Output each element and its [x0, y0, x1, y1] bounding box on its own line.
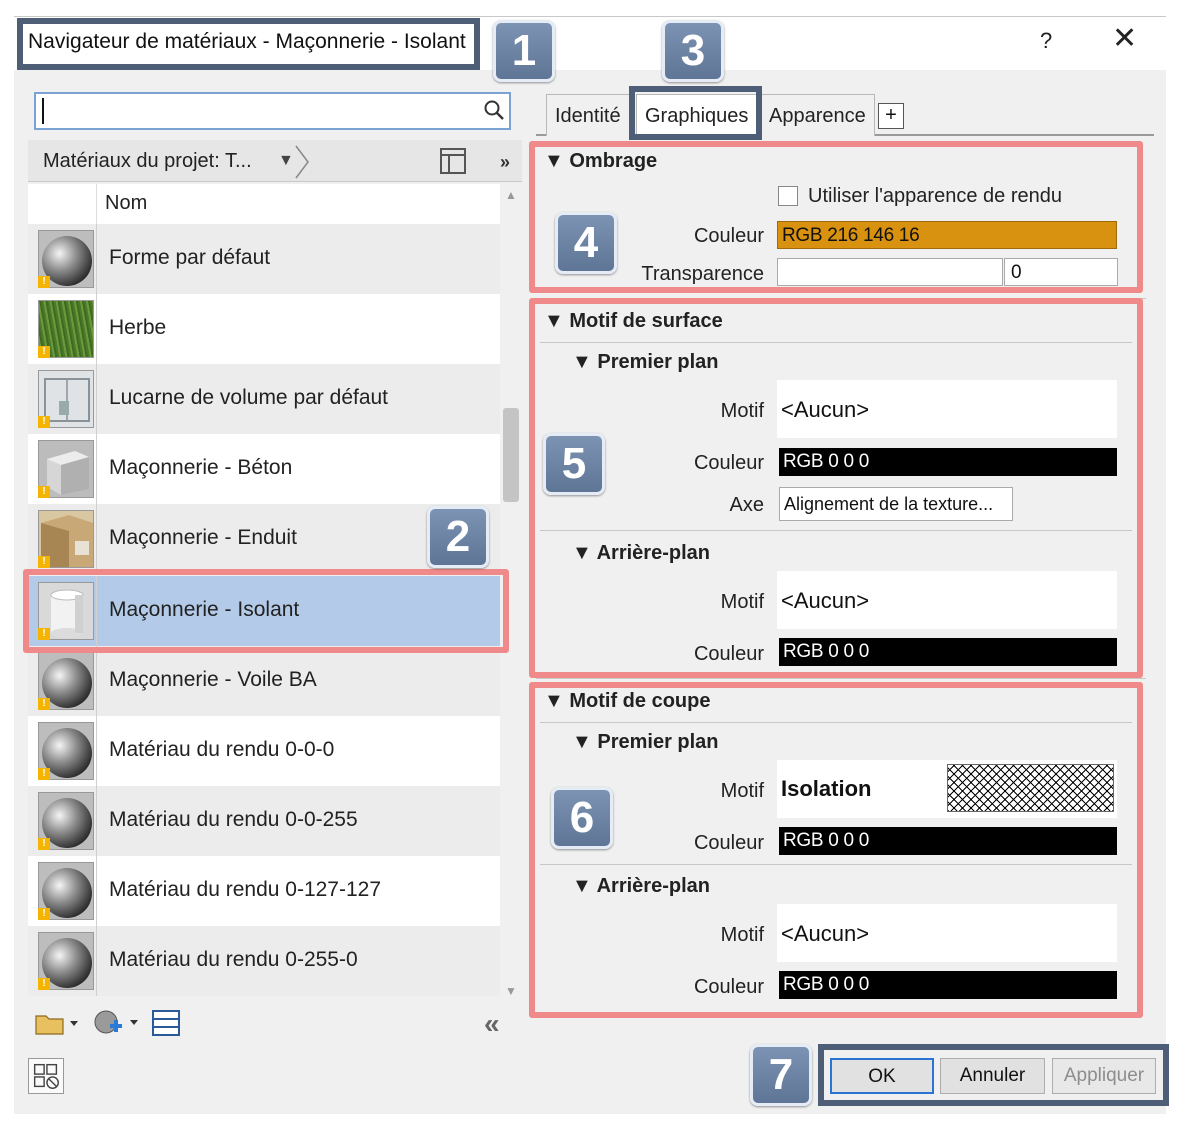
- column-separator: [96, 184, 97, 224]
- callout-frame-2: [23, 569, 509, 653]
- search-input[interactable]: [34, 92, 511, 130]
- callout-frame-3: [629, 86, 762, 140]
- material-row[interactable]: ! Matériau du rendu 0-0-0: [28, 716, 500, 786]
- callout-frame-6: [529, 682, 1143, 1018]
- material-name: Maçonnerie - Enduit: [109, 526, 297, 549]
- callout-badge-4: 4: [555, 212, 617, 274]
- list-header: [28, 184, 500, 224]
- tab-appearance[interactable]: Apparence: [760, 94, 875, 136]
- material-name: Herbe: [109, 316, 167, 339]
- material-row[interactable]: ! Herbe: [28, 294, 500, 364]
- row-separator: [96, 646, 97, 716]
- material-name: Matériau du rendu 0-127-127: [109, 878, 382, 901]
- add-tab-button[interactable]: +: [878, 103, 904, 129]
- warning-icon: !: [38, 486, 50, 498]
- material-row[interactable]: ! Maçonnerie - Voile BA: [28, 646, 500, 716]
- material-row[interactable]: ! Lucarne de volume par défaut: [28, 364, 500, 434]
- material-row[interactable]: ! Maçonnerie - Béton: [28, 434, 500, 504]
- callout-badge-5: 5: [543, 433, 605, 495]
- column-header-name[interactable]: Nom: [105, 192, 147, 215]
- warning-icon: !: [38, 978, 50, 990]
- row-separator: [96, 786, 97, 856]
- material-row[interactable]: ! Matériau du rendu 0-127-127: [28, 856, 500, 926]
- material-name: Lucarne de volume par défaut: [109, 386, 389, 409]
- material-name: Matériau du rendu 0-0-0: [109, 738, 335, 761]
- callout-badge-6: 6: [551, 787, 613, 849]
- warning-icon: !: [38, 698, 50, 710]
- open-library-folder-icon[interactable]: [34, 1010, 80, 1036]
- callout-badge-7: 7: [750, 1044, 812, 1106]
- callout-frame-4: [529, 141, 1143, 293]
- collapse-panel-icon[interactable]: «: [484, 1008, 500, 1040]
- warning-icon: !: [38, 838, 50, 850]
- material-name: Matériau du rendu 0-0-255: [109, 808, 358, 831]
- callout-badge-3: 3: [662, 20, 724, 82]
- scrollbar-thumb[interactable]: [503, 408, 519, 502]
- search-icon[interactable]: [483, 99, 505, 121]
- material-row[interactable]: ! Matériau du rendu 0-255-0: [28, 926, 500, 996]
- material-name: Forme par défaut: [109, 246, 271, 269]
- warning-icon: !: [38, 908, 50, 920]
- row-separator: [96, 926, 97, 996]
- warning-icon: !: [38, 416, 50, 428]
- section-divider: [536, 678, 1146, 679]
- material-name: Maçonnerie - Voile BA: [109, 668, 317, 691]
- row-separator: [96, 716, 97, 786]
- close-button[interactable]: ✕: [1112, 24, 1137, 54]
- callout-badge-2: 2: [427, 506, 489, 568]
- row-separator: [96, 294, 97, 364]
- material-row[interactable]: ! Matériau du rendu 0-0-255: [28, 786, 500, 856]
- row-separator: [96, 224, 97, 294]
- more-chevron-icon[interactable]: »: [500, 152, 510, 173]
- scroll-down-icon[interactable]: ▼: [505, 984, 517, 998]
- create-material-icon[interactable]: [92, 1008, 140, 1038]
- view-options-icon[interactable]: [440, 148, 466, 174]
- text-caret: [42, 98, 44, 124]
- material-name: Matériau du rendu 0-255-0: [109, 948, 358, 971]
- warning-icon: !: [38, 768, 50, 780]
- warning-icon: !: [38, 276, 50, 288]
- tab-identity[interactable]: Identité: [546, 94, 630, 136]
- callout-badge-1: 1: [493, 20, 555, 82]
- warning-icon: !: [38, 346, 50, 358]
- warning-icon: !: [38, 556, 50, 568]
- row-separator: [96, 434, 97, 504]
- breadcrumb-chevron-icon: [295, 145, 309, 179]
- row-separator: [96, 856, 97, 926]
- help-button[interactable]: ?: [1040, 28, 1052, 54]
- project-materials-label[interactable]: Matériaux du projet: T...: [43, 150, 252, 173]
- material-editor-icon[interactable]: [152, 1010, 180, 1036]
- row-separator: [96, 364, 97, 434]
- callout-frame-7: [818, 1044, 1169, 1106]
- row-separator: [96, 504, 97, 574]
- callout-frame-5: [529, 298, 1143, 678]
- scroll-up-icon[interactable]: ▲: [505, 188, 517, 202]
- callout-frame-1: [17, 18, 480, 70]
- material-name: Maçonnerie - Béton: [109, 456, 293, 479]
- asset-browser-icon[interactable]: [28, 1058, 64, 1094]
- material-row[interactable]: ! Forme par défaut: [28, 224, 500, 294]
